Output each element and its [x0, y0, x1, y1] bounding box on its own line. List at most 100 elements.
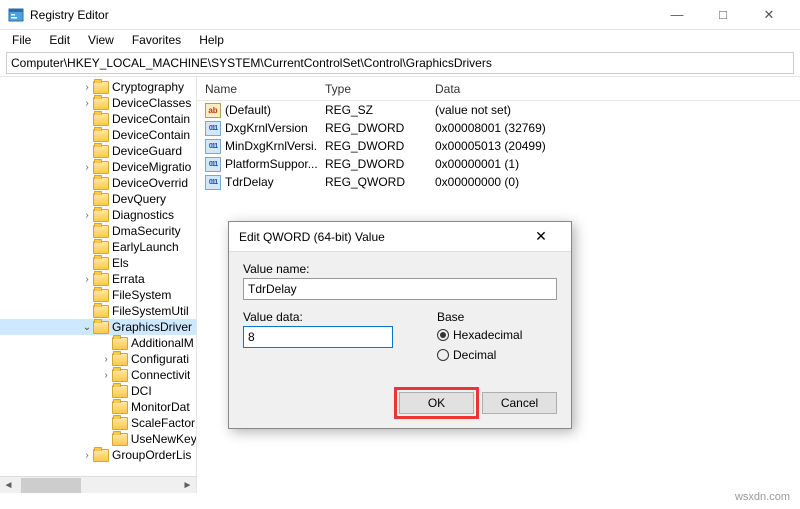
- chevron-right-icon[interactable]: ›: [81, 82, 93, 93]
- value-name: DxgKrnlVersion: [225, 121, 308, 135]
- value-data: 0x00008001 (32769): [427, 121, 800, 135]
- tree-item-label: DeviceOverrid: [112, 176, 188, 190]
- value-type: REG_DWORD: [317, 121, 427, 135]
- chevron-right-icon[interactable]: ›: [81, 274, 93, 285]
- folder-icon: [112, 401, 128, 414]
- chevron-right-icon[interactable]: ›: [81, 450, 93, 461]
- dialog-title-bar: Edit QWORD (64-bit) Value ✕: [229, 222, 571, 252]
- tree-item[interactable]: ›DCI: [0, 383, 196, 399]
- menu-file[interactable]: File: [4, 31, 39, 49]
- binary-value-icon: 011: [205, 121, 221, 136]
- value-type: REG_DWORD: [317, 139, 427, 153]
- tree-item[interactable]: ›FileSystem: [0, 287, 196, 303]
- close-button[interactable]: ✕: [746, 0, 792, 30]
- tree-item[interactable]: ›Errata: [0, 271, 196, 287]
- scroll-right-icon[interactable]: ►: [179, 477, 196, 494]
- menu-help[interactable]: Help: [191, 31, 232, 49]
- tree-item[interactable]: ›DeviceGuard: [0, 143, 196, 159]
- list-row[interactable]: 011PlatformSuppor...REG_DWORD0x00000001 …: [197, 155, 800, 173]
- chevron-right-icon[interactable]: ›: [100, 370, 112, 381]
- chevron-right-icon: ›: [100, 402, 112, 413]
- scroll-left-icon[interactable]: ◄: [0, 477, 17, 494]
- menu-favorites[interactable]: Favorites: [124, 31, 189, 49]
- folder-icon: [112, 433, 128, 446]
- address-text: Computer\HKEY_LOCAL_MACHINE\SYSTEM\Curre…: [11, 56, 492, 70]
- menu-edit[interactable]: Edit: [41, 31, 78, 49]
- tree-item[interactable]: ›DeviceContain: [0, 127, 196, 143]
- column-type[interactable]: Type: [317, 82, 427, 96]
- tree-item-label: Configurati: [131, 352, 189, 366]
- list-row[interactable]: 011TdrDelayREG_QWORD0x00000000 (0): [197, 173, 800, 191]
- chevron-right-icon[interactable]: ›: [100, 354, 112, 365]
- value-type: REG_DWORD: [317, 157, 427, 171]
- tree-item[interactable]: ›DevQuery: [0, 191, 196, 207]
- tree-item[interactable]: ›ScaleFactor: [0, 415, 196, 431]
- column-data[interactable]: Data: [427, 82, 800, 96]
- hexadecimal-radio[interactable]: Hexadecimal: [437, 326, 522, 344]
- value-data-label: Value data:: [243, 310, 393, 324]
- chevron-right-icon[interactable]: ›: [81, 98, 93, 109]
- tree-item[interactable]: › Connectivit: [0, 367, 196, 383]
- tree-item-label: DeviceClasses: [112, 96, 191, 110]
- tree-item[interactable]: ›EarlyLaunch: [0, 239, 196, 255]
- tree-item[interactable]: ›FileSystemUtil: [0, 303, 196, 319]
- folder-icon: [112, 385, 128, 398]
- cancel-button[interactable]: Cancel: [482, 392, 557, 414]
- folder-icon: [93, 257, 109, 270]
- tree-item-label: Connectivit: [131, 368, 190, 382]
- tree-item[interactable]: ›DeviceMigratio: [0, 159, 196, 175]
- list-row[interactable]: 011 DxgKrnlVersion REG_DWORD0x00008001 (32…: [197, 119, 800, 137]
- app-icon: [8, 7, 24, 23]
- folder-icon: [93, 193, 109, 206]
- tree-item-label: Diagnostics: [112, 208, 174, 222]
- tree-item-label: DeviceContain: [112, 128, 190, 142]
- tree-item[interactable]: ›Els: [0, 255, 196, 271]
- value-type: REG_SZ: [317, 103, 427, 117]
- list-row[interactable]: 011MinDxgKrnlVersi...REG_DWORD0x00005013…: [197, 137, 800, 155]
- tree-item[interactable]: ›DeviceContain: [0, 111, 196, 127]
- chevron-down-icon[interactable]: ⌄: [81, 322, 93, 333]
- tree-item[interactable]: › DeviceClasses: [0, 95, 196, 111]
- value-name: PlatformSuppor...: [225, 157, 317, 171]
- tree-item[interactable]: › DeviceOverrid: [0, 175, 196, 191]
- list-row[interactable]: ab(Default)REG_SZ(value not set): [197, 101, 800, 119]
- folder-icon: [93, 225, 109, 238]
- chevron-right-icon[interactable]: ›: [81, 162, 93, 173]
- folder-icon: [93, 145, 109, 158]
- value-name: MinDxgKrnlVersi...: [225, 139, 317, 153]
- decimal-radio[interactable]: Decimal: [437, 346, 522, 364]
- value-name: (Default): [225, 103, 271, 117]
- dialog-close-button[interactable]: ✕: [521, 228, 561, 245]
- folder-icon: [112, 337, 128, 350]
- tree-item[interactable]: ›AdditionalM: [0, 335, 196, 351]
- tree-item[interactable]: ›Cryptography: [0, 79, 196, 95]
- window-title: Registry Editor: [30, 8, 654, 22]
- value-data-input[interactable]: 8: [243, 326, 393, 348]
- tree-item[interactable]: ⌄GraphicsDriver: [0, 319, 196, 335]
- tree-item[interactable]: › Diagnostics: [0, 207, 196, 223]
- tree-item[interactable]: › Configurati: [0, 351, 196, 367]
- ok-button[interactable]: OK: [399, 392, 474, 414]
- tree-item[interactable]: ›MonitorDat: [0, 399, 196, 415]
- chevron-right-icon[interactable]: ›: [81, 210, 93, 221]
- tree-item[interactable]: ›UseNewKey: [0, 431, 196, 447]
- chevron-right-icon: ›: [100, 418, 112, 429]
- scroll-thumb[interactable]: [21, 478, 81, 493]
- tree-item[interactable]: ›GroupOrderLis: [0, 447, 196, 463]
- value-name-input[interactable]: TdrDelay: [243, 278, 557, 300]
- folder-icon: [93, 449, 109, 462]
- chevron-right-icon: ›: [100, 434, 112, 445]
- minimize-button[interactable]: —: [654, 0, 700, 30]
- chevron-right-icon: ›: [81, 178, 93, 189]
- value-data: 0x00005013 (20499): [427, 139, 800, 153]
- string-value-icon: ab: [205, 103, 221, 118]
- column-name[interactable]: Name: [197, 82, 317, 96]
- folder-icon: [93, 113, 109, 126]
- tree-item[interactable]: ›DmaSecurity: [0, 223, 196, 239]
- menu-view[interactable]: View: [80, 31, 122, 49]
- maximize-button[interactable]: □: [700, 0, 746, 30]
- chevron-right-icon: ›: [81, 226, 93, 237]
- folder-icon: [112, 353, 128, 366]
- tree-horizontal-scrollbar[interactable]: ◄ ►: [0, 476, 196, 493]
- address-bar[interactable]: Computer\HKEY_LOCAL_MACHINE\SYSTEM\Curre…: [6, 52, 794, 74]
